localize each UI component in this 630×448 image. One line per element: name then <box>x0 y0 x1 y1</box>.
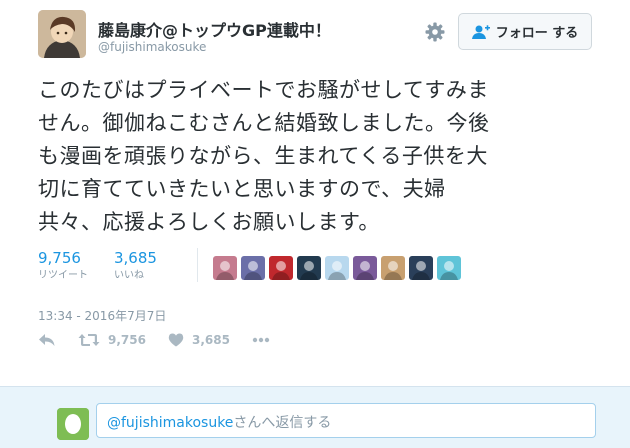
tweet-text-line: せん。御伽ねこむさんと結婚致しました。今後 <box>38 111 490 135</box>
retweet-label: リツイート <box>38 270 88 281</box>
tweet-text-line: このたびはプライベートでお騒がせしてすみま <box>38 78 489 102</box>
retweet-stat[interactable]: 9,756 リツイート <box>38 249 88 283</box>
retweet-button[interactable]: 9,756 <box>78 333 146 347</box>
user-display-name[interactable]: 藤島康介@トップウGP連載中！ <box>98 17 331 41</box>
retweet-count: 9,756 <box>38 249 81 267</box>
tweet-text: このたびはプライベートでお騒がせしてすみま せん。御伽ねこむさんと結婚致しました… <box>38 74 598 239</box>
liker-avatar[interactable] <box>241 256 265 280</box>
reply-placeholder: さんへ返信する <box>233 415 332 431</box>
reply-area: @fujishimakosukeさんへ返信する <box>0 386 630 448</box>
more-button[interactable] <box>252 337 270 343</box>
follow-button[interactable]: フォロー する <box>458 13 592 50</box>
retweet-action-count: 9,756 <box>108 333 146 347</box>
liker-avatar[interactable] <box>213 256 237 280</box>
tweet-text-line: 切に育てていきたいと思いますので、夫婦 <box>38 177 446 201</box>
retweet-icon <box>78 334 100 346</box>
reply-icon <box>39 334 55 346</box>
like-label: いいね <box>114 270 144 281</box>
user-avatar[interactable] <box>38 10 86 58</box>
liker-avatar[interactable] <box>325 256 349 280</box>
like-stat[interactable]: 3,685 いいね <box>114 249 157 283</box>
reply-input[interactable]: @fujishimakosukeさんへ返信する <box>96 403 596 438</box>
current-user-avatar <box>57 408 89 440</box>
liker-avatar[interactable] <box>269 256 293 280</box>
tweet-actions: 9,756 3,685 <box>38 333 292 347</box>
liker-avatar[interactable] <box>353 256 377 280</box>
tweet-text-line: も漫画を頑張りながら、生まれてくる子供を大 <box>38 144 488 168</box>
like-button[interactable]: 3,685 <box>168 333 230 347</box>
liker-avatar[interactable] <box>381 256 405 280</box>
like-action-count: 3,685 <box>191 333 230 347</box>
tweet-text-line: 共々、応援よろしくお願いします。 <box>38 210 380 234</box>
add-user-icon <box>471 24 490 39</box>
tweet-timestamp[interactable]: 13:34 - 2016年7月7日 <box>38 307 166 324</box>
liker-avatar[interactable] <box>297 256 321 280</box>
reply-mention: @fujishimakosuke <box>107 415 234 431</box>
like-heart-icon <box>168 333 184 347</box>
liker-avatars <box>213 256 461 280</box>
reply-button[interactable] <box>38 333 56 347</box>
follow-button-label: フォロー する <box>495 26 579 41</box>
tweet-card: 藤島康介@トップウGP連載中！ @fujishimakosuke フォロー する… <box>0 0 630 386</box>
liker-avatar[interactable] <box>409 256 433 280</box>
liker-avatar[interactable] <box>437 256 461 280</box>
like-count: 3,685 <box>114 249 157 267</box>
user-handle[interactable]: @fujishimakosuke <box>98 40 206 54</box>
tweet-stats: 9,756 リツイート 3,685 いいね <box>38 249 183 283</box>
stats-divider <box>197 248 198 282</box>
more-dots-icon <box>252 337 270 343</box>
gear-icon[interactable] <box>423 20 447 44</box>
